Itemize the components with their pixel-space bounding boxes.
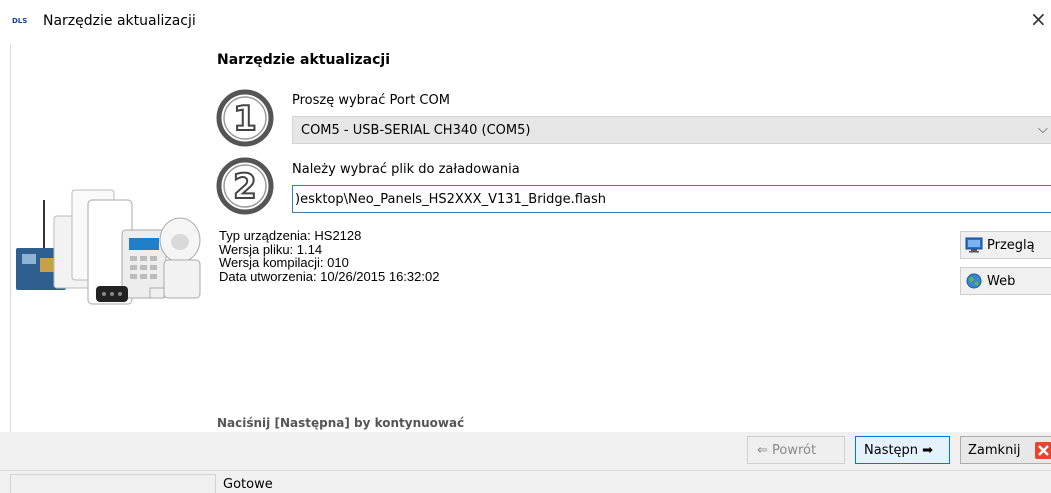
window-title: Narzędzie aktualizacji (43, 13, 196, 29)
com-port-select[interactable]: COM5 - USB-SERIAL CH340 (COM5) ⌵ (292, 116, 1051, 144)
file-label: Należy wybrać plik do załadowania (292, 162, 520, 177)
web-button-label: Web (987, 274, 1016, 289)
back-button[interactable]: ⇐ Powrót (747, 436, 845, 464)
monitor-icon (965, 237, 983, 253)
step-2-icon: 2 (216, 157, 274, 215)
window-close-button[interactable]: × (1030, 9, 1047, 29)
status-panel (10, 474, 216, 493)
device-info: Typ urządzenia: HS2128 Wersja pliku: 1.1… (219, 229, 439, 283)
continue-hint: Naciśnij [Następna] by kontynuować (217, 416, 465, 430)
next-button-label: Następn ➡ (864, 443, 934, 458)
close-button[interactable]: Zamknij (960, 436, 1051, 464)
com-port-selected-value: COM5 - USB-SERIAL CH340 (COM5) (301, 123, 531, 138)
page-title: Narzędzie aktualizacji (217, 52, 391, 68)
build-version-text: Wersja kompilacji: 010 (219, 255, 349, 270)
globe-icon (966, 273, 982, 289)
file-version-text: Wersja pliku: 1.14 (219, 241, 323, 257)
com-port-label: Proszę wybrać Port COM (292, 93, 450, 108)
close-icon (1035, 442, 1051, 459)
created-date-text: Data utworzenia: 10/26/2015 16:32:02 (219, 268, 440, 284)
step-2-number: 2 (233, 167, 257, 207)
step-1-icon: 1 (216, 89, 274, 147)
file-path-input[interactable] (292, 185, 1051, 213)
browse-button-label: Przeglą (987, 238, 1035, 253)
title-bar: DLS Narzędzie aktualizacji × (0, 0, 1051, 44)
product-image (16, 189, 201, 305)
browse-button[interactable]: Przeglą (960, 231, 1051, 259)
back-button-label: ⇐ Powrót (757, 443, 817, 458)
close-button-label: Zamknij (968, 443, 1021, 458)
app-logo: DLS (12, 17, 28, 25)
chevron-down-icon[interactable]: ⌵ (1038, 121, 1048, 137)
status-text: Gotowe (223, 477, 273, 492)
next-button[interactable]: Następn ➡ (855, 436, 950, 464)
left-pane-divider (10, 44, 11, 434)
device-type-text: Typ urządzenia: HS2128 (219, 228, 362, 243)
step-1-number: 1 (233, 99, 257, 139)
web-button[interactable]: Web (960, 267, 1051, 295)
